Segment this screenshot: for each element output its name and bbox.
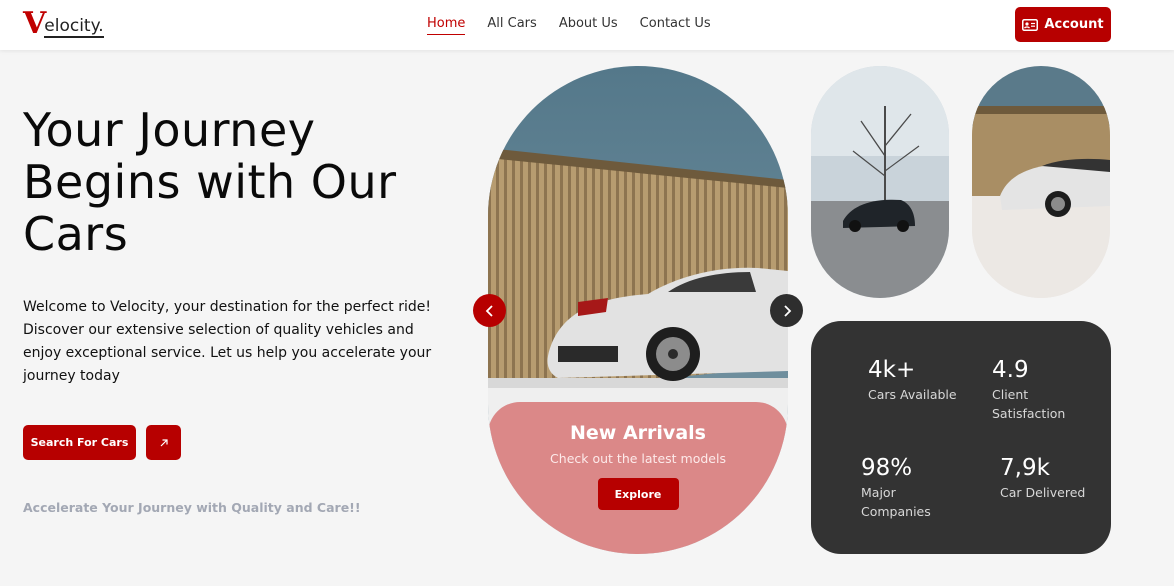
brand-logo[interactable]: V elocity. bbox=[23, 9, 104, 39]
stat-value: 4k+ bbox=[868, 357, 916, 383]
hero-tagline: Accelerate Your Journey with Quality and… bbox=[23, 500, 361, 515]
car-thumbnail-image bbox=[811, 66, 949, 298]
stat-label: Car Delivered bbox=[1000, 485, 1086, 500]
nav-link-about-us[interactable]: About Us bbox=[559, 16, 618, 35]
nav-link-contact-us[interactable]: Contact Us bbox=[640, 16, 711, 35]
car-thumbnail-image bbox=[972, 66, 1110, 298]
stat-value: 7,9k bbox=[1000, 455, 1050, 481]
account-button-label: Account bbox=[1044, 17, 1104, 32]
id-card-icon bbox=[1022, 18, 1039, 31]
carousel-next-button[interactable] bbox=[770, 294, 803, 327]
new-arrivals-title: New Arrivals bbox=[570, 422, 706, 444]
arrow-link-button[interactable] bbox=[146, 425, 181, 460]
stat-value: 4.9 bbox=[992, 357, 1029, 383]
brand-logo-text: elocity. bbox=[44, 16, 104, 38]
brand-logo-mark: V bbox=[23, 6, 47, 41]
nav-link-home[interactable]: Home bbox=[427, 16, 466, 35]
nav-link-all-cars[interactable]: All Cars bbox=[487, 16, 536, 35]
stat-label: Major Companies bbox=[861, 485, 931, 519]
hero-description: Welcome to Velocity, your destination fo… bbox=[23, 299, 432, 384]
hero-title: Your Journey Begins with Our Cars bbox=[23, 103, 397, 261]
chevron-left-icon bbox=[485, 304, 493, 317]
account-button[interactable]: Account bbox=[1015, 7, 1111, 42]
car-thumbnail-winter-tree[interactable] bbox=[811, 66, 949, 298]
featured-car-card: New Arrivals Check out the latest models… bbox=[488, 66, 788, 554]
new-arrivals-subtitle: Check out the latest models bbox=[550, 451, 726, 466]
stat-major-companies: 98% Major Companies bbox=[861, 455, 951, 521]
search-for-cars-button[interactable]: Search For Cars bbox=[23, 425, 136, 460]
car-thumbnail-white-car[interactable] bbox=[972, 66, 1110, 298]
stats-card: 4k+ Cars Available 4.9 Client Satisfacti… bbox=[811, 321, 1111, 554]
stat-label: Client Satisfaction bbox=[992, 387, 1066, 421]
arrow-up-right-icon bbox=[160, 438, 168, 446]
stat-client-satisfaction: 4.9 Client Satisfaction bbox=[992, 357, 1082, 423]
stat-car-delivered: 7,9k Car Delivered bbox=[1000, 455, 1090, 502]
main-nav: Home All Cars About Us Contact Us bbox=[427, 16, 711, 35]
stat-cars-available: 4k+ Cars Available bbox=[868, 357, 958, 404]
explore-button[interactable]: Explore bbox=[597, 478, 679, 510]
chevron-right-icon bbox=[783, 304, 791, 317]
stat-label: Cars Available bbox=[868, 387, 957, 402]
stat-value: 98% bbox=[861, 455, 913, 481]
navbar: V elocity. Home All Cars About Us Contac… bbox=[0, 0, 1174, 50]
carousel-prev-button[interactable] bbox=[473, 294, 506, 327]
